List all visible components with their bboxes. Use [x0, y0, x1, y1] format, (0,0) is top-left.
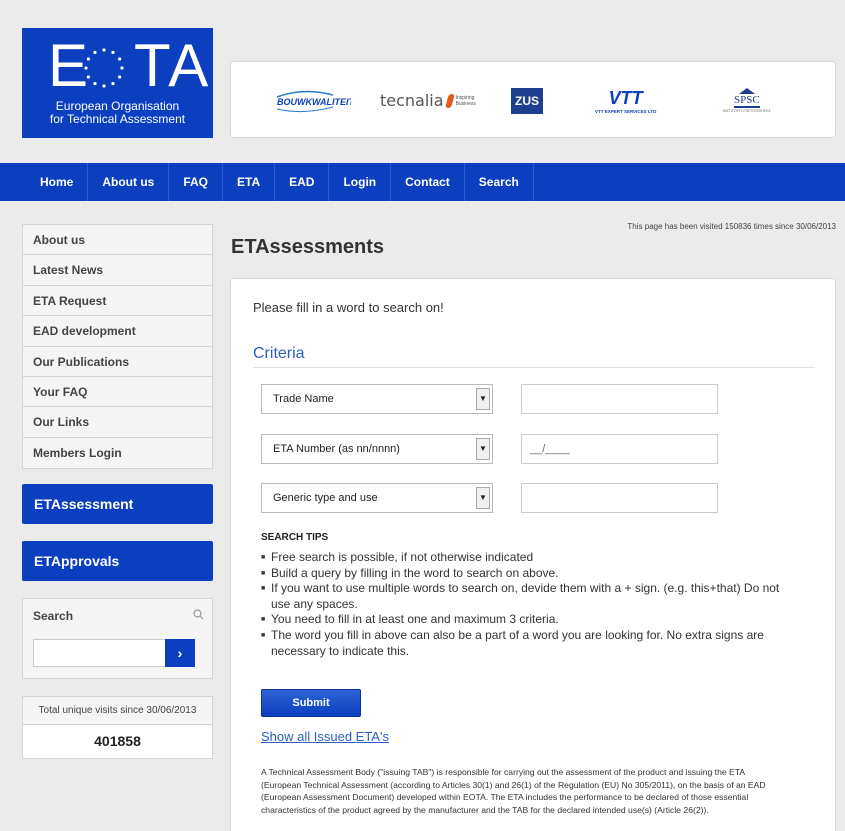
search-tips-heading: SEARCH TIPS	[261, 532, 329, 543]
dropdown-arrow-icon: ▼	[476, 438, 490, 460]
criteria-divider	[253, 367, 815, 368]
eu-stars-icon	[84, 48, 124, 88]
nav-eta[interactable]: ETA	[223, 163, 276, 201]
nav-ead[interactable]: EAD	[275, 163, 330, 201]
bouwkwaliteit-swoosh-icon: BOUWKWALITEIT	[276, 90, 351, 112]
dropdown-arrow-icon: ▼	[476, 388, 490, 410]
main-nav: Home About us FAQ ETA EAD Login Contact …	[0, 163, 845, 201]
search-label: Search	[33, 609, 74, 623]
sidebar-item-our-publications[interactable]: Our Publications	[23, 347, 212, 377]
sidebar-search: Search ›	[22, 598, 213, 679]
nav-search[interactable]: Search	[465, 163, 534, 201]
search-panel: Please fill in a word to search on! Crit…	[230, 278, 836, 831]
intro-text: Please fill in a word to search on!	[253, 300, 444, 315]
search-tips-list: Free search is possible, if not otherwis…	[261, 550, 781, 659]
criteria-select-3-value: Generic type and use	[273, 492, 378, 504]
tecnalia-mark-icon	[444, 93, 455, 108]
nav-faq[interactable]: FAQ	[169, 163, 224, 201]
svg-text:BOUWKWALITEIT: BOUWKWALITEIT	[277, 97, 351, 107]
list-item: You need to fill in at least one and max…	[261, 612, 781, 628]
sidebar-menu: About us Latest News ETA Request EAD dev…	[22, 224, 213, 470]
sidebar-item-your-faq[interactable]: Your FAQ	[23, 377, 212, 408]
page-visit-note: This page has been visited 150836 times …	[627, 222, 836, 231]
criteria-input-2[interactable]: __/____	[521, 434, 718, 464]
vtt-logo[interactable]: VTT VTT EXPERT SERVICES LTD	[595, 62, 656, 139]
nav-login[interactable]: Login	[329, 163, 392, 201]
page-title: ETAssessments	[231, 236, 385, 258]
etassessment-button[interactable]: ETAssessment	[22, 484, 213, 524]
etapprovals-button[interactable]: ETApprovals	[22, 541, 213, 581]
criteria-select-1-value: Trade Name	[273, 393, 334, 405]
list-item: If you want to use multiple words to sea…	[261, 581, 781, 612]
sidebar-item-latest-news[interactable]: Latest News	[23, 255, 212, 286]
tecnalia-logo[interactable]: tecnalia Inspiring Business	[380, 62, 480, 139]
nav-contact[interactable]: Contact	[391, 163, 465, 201]
criteria-heading: Criteria	[253, 345, 305, 362]
sidebar-item-about-us[interactable]: About us	[23, 225, 212, 256]
nav-home[interactable]: Home	[22, 163, 89, 201]
bouwkwaliteit-logo[interactable]: BOUWKWALITEIT	[273, 62, 351, 139]
visit-counter-value: 401858	[94, 733, 141, 749]
visit-counter-label: Total unique visits since 30/06/2013	[23, 697, 212, 725]
sidebar-item-ead-development[interactable]: EAD development	[23, 316, 212, 347]
sidebar-item-eta-request[interactable]: ETA Request	[23, 286, 212, 317]
search-input[interactable]	[33, 639, 165, 667]
criteria-input-1[interactable]	[521, 384, 718, 414]
criteria-input-3[interactable]	[521, 483, 718, 513]
eota-logo[interactable]: E TA European Organisation for Technical …	[22, 28, 213, 138]
dropdown-arrow-icon: ▼	[476, 487, 490, 509]
nav-about-us[interactable]: About us	[88, 163, 170, 201]
spsc-logo[interactable]: SPSC ΙΝΣΤΙΤΟΥΤΟ ΠΙΣΤΟΠΟΙΗΣΗΣ	[723, 62, 771, 139]
criteria-select-2[interactable]: ETA Number (as nn/nnnn) ▼	[261, 434, 493, 464]
search-go-button[interactable]: ›	[165, 639, 195, 667]
sidebar-item-members-login[interactable]: Members Login	[23, 438, 212, 468]
logo-mark: E TA	[48, 32, 211, 99]
show-all-etas-link[interactable]: Show all Issued ETA's	[261, 729, 389, 744]
footer-description: A Technical Assessment Body ("issuing TA…	[261, 767, 766, 815]
search-icon	[193, 609, 204, 623]
list-item: The word you fill in above can also be a…	[261, 628, 781, 659]
zus-logo[interactable]: ZUS	[511, 62, 543, 139]
list-item: Build a query by filling in the word to …	[261, 566, 781, 582]
criteria-select-1[interactable]: Trade Name ▼	[261, 384, 493, 414]
criteria-select-2-value: ETA Number (as nn/nnnn)	[273, 443, 400, 455]
sidebar-item-our-links[interactable]: Our Links	[23, 407, 212, 438]
visit-counter: Total unique visits since 30/06/2013 401…	[22, 696, 213, 759]
logo-org-name: European Organisation for Technical Asse…	[49, 99, 186, 126]
partner-logos: BOUWKWALITEIT tecnalia Inspiring Busines…	[230, 61, 836, 138]
criteria-select-3[interactable]: Generic type and use ▼	[261, 483, 493, 513]
submit-button[interactable]: Submit	[261, 689, 361, 717]
list-item: Free search is possible, if not otherwis…	[261, 550, 781, 566]
